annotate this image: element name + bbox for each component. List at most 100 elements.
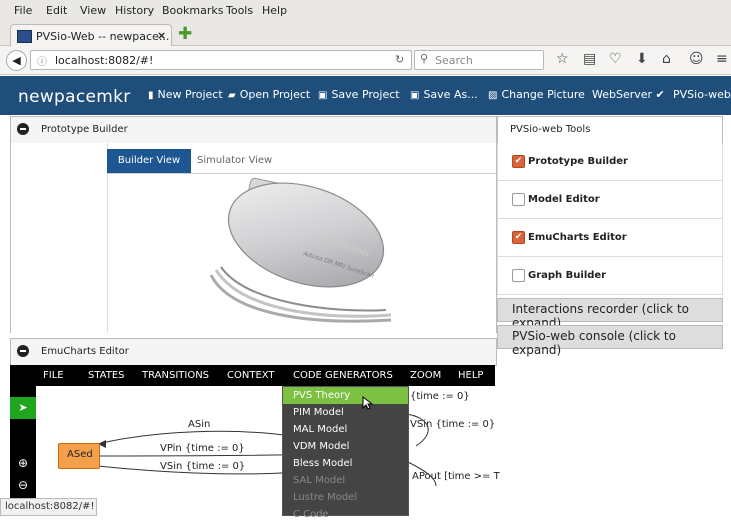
menu-item-pim-model[interactable]: PIM Model (283, 404, 408, 421)
emucharts-menu-transitions[interactable]: TRANSITIONS (142, 370, 209, 381)
checkbox-checked-icon[interactable]: ✔ (512, 155, 525, 168)
transition-lines (97, 412, 437, 487)
code-generators-dropdown: PVS Theory PIM Model MAL Model VDM Model… (282, 386, 409, 520)
menu-bookmarks[interactable]: Bookmarks (162, 4, 223, 17)
browser-menubar: File Edit View History Bookmarks Tools H… (0, 0, 731, 20)
console-label: PVSio-web console (click to expand) (512, 329, 676, 357)
emucharts-menubar: FILE STATES TRANSITIONS CONTEXT CODE GEN… (10, 365, 495, 386)
transition-vpin[interactable]: VPin {time := 0} (160, 443, 245, 454)
menu-history[interactable]: History (115, 4, 154, 17)
change-picture-label: Change Picture (501, 88, 585, 101)
reading-list-icon[interactable]: ▤ (583, 51, 596, 67)
info-icon[interactable]: ⓘ (37, 53, 47, 68)
menu-edit[interactable]: Edit (46, 4, 67, 17)
back-icon[interactable]: ◀ (6, 50, 27, 71)
save-project-button[interactable]: ▣ Save Project (318, 88, 400, 101)
folder-open-icon: ▰ (228, 90, 236, 101)
console-button[interactable]: PVSio-web console (click to expand) (497, 325, 723, 357)
pvsio-web-button[interactable]: PVSio-web 2 (673, 88, 731, 101)
tool-label: Model Editor (528, 194, 600, 205)
prototype-builder-title: Prototype Builder (41, 124, 128, 135)
menu-item-bless-model[interactable]: Bless Model (283, 455, 408, 472)
tool-prototype-builder[interactable]: ✔ Prototype Builder (497, 143, 723, 181)
emucharts-menu-help[interactable]: HELP (458, 370, 483, 381)
zoom-out-icon[interactable]: ⊖ (10, 478, 36, 492)
tools-header: PVSio-web Tools (497, 116, 723, 144)
tool-label: Prototype Builder (528, 156, 628, 167)
emucharts-header[interactable]: EmuCharts Editor (10, 338, 497, 366)
chat-icon[interactable]: ☺ (689, 51, 704, 67)
emucharts-menu-states[interactable]: STATES (88, 370, 125, 381)
transition-vsin-left[interactable]: VSin {time := 0} (160, 461, 245, 472)
menu-item-mal-model[interactable]: MAL Model (283, 421, 408, 438)
tab-builder-view[interactable]: Builder View (107, 149, 191, 173)
emucharts-menu-code-generators[interactable]: CODE GENERATORS (293, 370, 393, 381)
emucharts-menu-context[interactable]: CONTEXT (227, 370, 275, 381)
menu-item-lustre-model[interactable]: Lustre Model (283, 489, 408, 506)
save-project-label: Save Project (331, 88, 400, 101)
pocket-icon[interactable]: ♡ (609, 51, 622, 67)
save-as-icon: ▣ (410, 90, 420, 101)
state-node-ased[interactable]: ASed (58, 443, 100, 469)
search-icon: ⚲ (420, 52, 429, 65)
menu-view[interactable]: View (80, 4, 106, 17)
transition-top-right[interactable]: {time := 0} (410, 391, 470, 402)
tool-graph-builder[interactable]: Graph Builder (497, 257, 723, 295)
menu-item-vdm-model[interactable]: VDM Model (283, 438, 408, 455)
browser-navbar: ◀ ⓘ localhost:8082/#! ↻ ⚲ Search ☆ ▤ ♡ ⬇… (0, 46, 731, 75)
menu-item-pvs-theory[interactable]: PVS Theory (283, 387, 408, 404)
save-as-button[interactable]: ▣ Save As... (410, 88, 478, 101)
webserver-button[interactable]: WebServer ✔ (592, 88, 665, 101)
checkbox-checked-icon[interactable]: ✔ (512, 231, 525, 244)
home-icon[interactable]: ⌂ (662, 51, 671, 67)
change-picture-button[interactable]: ▨ Change Picture (488, 88, 585, 101)
menu-tools[interactable]: Tools (226, 4, 253, 17)
transition-asin[interactable]: ASin (188, 419, 210, 430)
emucharts-canvas[interactable]: FILE STATES TRANSITIONS CONTEXT CODE GEN… (10, 365, 500, 505)
app-navbar: newpacemkr ▮ New Project ▰ Open Project ▣ S… (0, 76, 731, 115)
menu-help[interactable]: Help (262, 4, 287, 17)
pointer-tool-icon[interactable]: ➤ (10, 397, 36, 419)
url-bar[interactable]: ⓘ localhost:8082/#! ↻ (30, 50, 412, 70)
tool-label: EmuCharts Editor (528, 232, 627, 243)
emucharts-menu-zoom[interactable]: ZOOM (410, 370, 441, 381)
collapse-icon[interactable] (17, 345, 29, 357)
emucharts-menu-file[interactable]: FILE (43, 370, 64, 381)
tool-emucharts-editor[interactable]: ✔ EmuCharts Editor (497, 219, 723, 257)
tab-underline (107, 173, 496, 174)
app-brand[interactable]: newpacemkr (18, 87, 131, 107)
new-project-button[interactable]: ▮ New Project (148, 88, 223, 101)
tool-model-editor[interactable]: Model Editor (497, 181, 723, 219)
transition-vsin-right[interactable]: VSin {time := 0} (410, 419, 495, 430)
collapse-icon[interactable] (17, 123, 29, 135)
hamburger-menu-icon[interactable]: ≡ (716, 51, 728, 67)
prototype-builder-header[interactable]: Prototype Builder (10, 116, 497, 144)
search-input[interactable]: ⚲ Search (414, 50, 544, 70)
checkbox-icon[interactable] (512, 193, 525, 206)
menu-item-sal-model[interactable]: SAL Model (283, 472, 408, 489)
interactions-recorder-button[interactable]: Interactions recorder (click to expand) (497, 298, 723, 330)
open-project-button[interactable]: ▰ Open Project (228, 88, 310, 101)
close-tab-icon[interactable]: × (157, 29, 166, 42)
browser-tab[interactable]: PVSio-Web -- newpace... × (10, 24, 172, 47)
download-icon[interactable]: ⬇ (636, 51, 648, 67)
search-placeholder: Search (435, 54, 473, 67)
new-project-label: New Project (157, 88, 223, 101)
favicon-icon (17, 30, 32, 43)
state-label: ASed (67, 449, 93, 460)
transition-apout[interactable]: APout [time >= T (412, 471, 500, 482)
reload-icon[interactable]: ↻ (395, 53, 404, 66)
menu-file[interactable]: File (14, 4, 32, 17)
mouse-cursor-icon (362, 396, 374, 410)
menu-item-c-code[interactable]: C Code (283, 506, 408, 523)
tab-simulator-view[interactable]: Simulator View (197, 149, 297, 173)
tool-label: Graph Builder (528, 270, 607, 281)
new-tab-icon[interactable]: ✚ (178, 26, 194, 43)
pacemaker-image[interactable]: Medtronic Advisa DR MRI SureScan (191, 175, 391, 325)
checkbox-icon[interactable] (512, 269, 525, 282)
file-icon: ▮ (148, 90, 154, 101)
save-icon: ▣ (318, 90, 328, 101)
emucharts-title: EmuCharts Editor (41, 346, 129, 357)
star-icon[interactable]: ☆ (556, 51, 569, 67)
zoom-in-icon[interactable]: ⊕ (10, 456, 36, 470)
